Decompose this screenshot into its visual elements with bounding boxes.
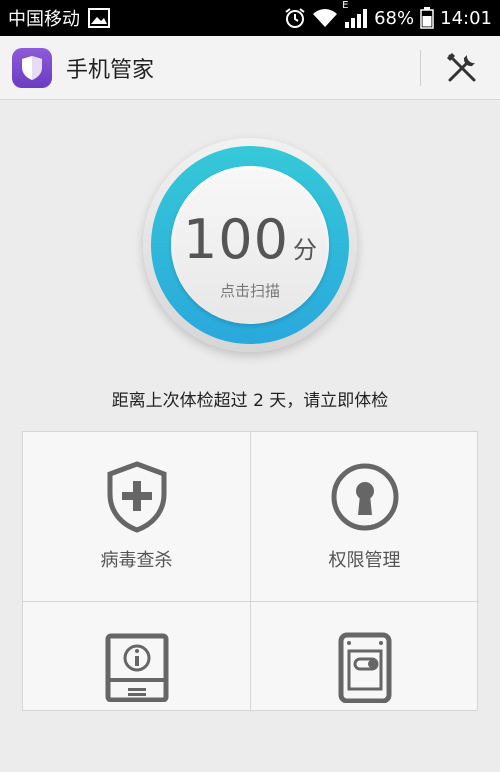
feature-permission-management[interactable]: 权限管理	[251, 432, 478, 602]
scan-label: 点击扫描	[219, 282, 280, 300]
feature-phone-switch[interactable]	[251, 602, 478, 772]
network-type: E	[342, 0, 349, 11]
app-title: 手机管家	[66, 57, 155, 83]
info-device-icon	[102, 632, 172, 702]
signal-icon: E	[342, 0, 368, 28]
status-bar: 中国移动 E 68% 14:01	[0, 0, 500, 36]
score-ring: 100 分 点击扫描	[151, 146, 349, 344]
feature-label: 病毒查杀	[100, 550, 173, 571]
app-bar: 手机管家	[0, 36, 500, 100]
battery-icon	[420, 7, 434, 29]
grid-divider-vertical	[250, 432, 251, 712]
grid-divider-horizontal	[23, 601, 479, 602]
feature-label: 权限管理	[328, 550, 401, 571]
wifi-icon	[312, 8, 338, 28]
score-center: 100 分 点击扫描	[171, 166, 329, 324]
appbar-divider	[420, 50, 421, 86]
feature-grid: 病毒查杀 权限管理	[22, 431, 479, 712]
checkup-notice: 距离上次体检超过 2 天，请立即体检	[111, 391, 389, 411]
clock-time: 14:01	[440, 7, 492, 29]
score-value: 100	[182, 208, 290, 271]
tools-button[interactable]	[436, 46, 488, 90]
gallery-notification-icon	[88, 8, 110, 28]
feature-virus-scan[interactable]: 病毒查杀	[23, 432, 250, 602]
alarm-icon	[284, 7, 306, 29]
shield-plus-icon	[102, 461, 172, 533]
tools-icon	[447, 53, 476, 82]
score-display: 100 分	[171, 208, 329, 271]
battery-percent: 68%	[374, 7, 415, 29]
app-logo-icon	[12, 47, 52, 88]
score-unit: 分	[293, 236, 318, 264]
scan-button[interactable]: 100 分 点击扫描	[143, 138, 357, 352]
keyhole-icon	[330, 462, 400, 532]
feature-device-info[interactable]	[23, 602, 250, 772]
phone-toggle-icon	[330, 632, 400, 703]
carrier-name: 中国移动	[8, 9, 80, 30]
